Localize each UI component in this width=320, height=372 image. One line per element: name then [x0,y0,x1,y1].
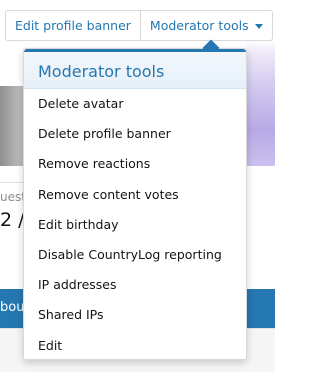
tab-about[interactable]: bou [0,300,24,315]
menu-item-disable-countrylog[interactable]: Disable CountryLog reporting [24,240,246,270]
menu-item-remove-content-votes[interactable]: Remove content votes [24,180,246,210]
profile-banner-image-right [246,40,275,166]
menu-header: Moderator tools [24,52,246,89]
profile-action-buttons: Edit profile banner Moderator tools [5,10,273,41]
menu-item-edit[interactable]: Edit [24,331,246,361]
moderator-tools-button[interactable]: Moderator tools [141,11,272,40]
moderator-tools-label: Moderator tools [149,18,249,33]
moderator-tools-menu: Moderator tools Delete avatar Delete pro… [23,39,247,361]
menu-item-shared-ips[interactable]: Shared IPs [24,300,246,330]
edit-profile-banner-button[interactable]: Edit profile banner [6,11,141,40]
menu-item-remove-reactions[interactable]: Remove reactions [24,149,246,179]
menu-list: Delete avatar Delete profile banner Remo… [24,89,246,361]
divider [0,182,24,183]
menu-item-edit-birthday[interactable]: Edit birthday [24,210,246,240]
menu-item-ip-addresses[interactable]: IP addresses [24,270,246,300]
menu-title: Moderator tools [38,62,165,81]
menu-item-delete-avatar[interactable]: Delete avatar [24,89,246,119]
caret-down-icon [254,24,263,29]
menu-item-delete-profile-banner[interactable]: Delete profile banner [24,119,246,149]
stat-value: 2 / [0,209,25,231]
